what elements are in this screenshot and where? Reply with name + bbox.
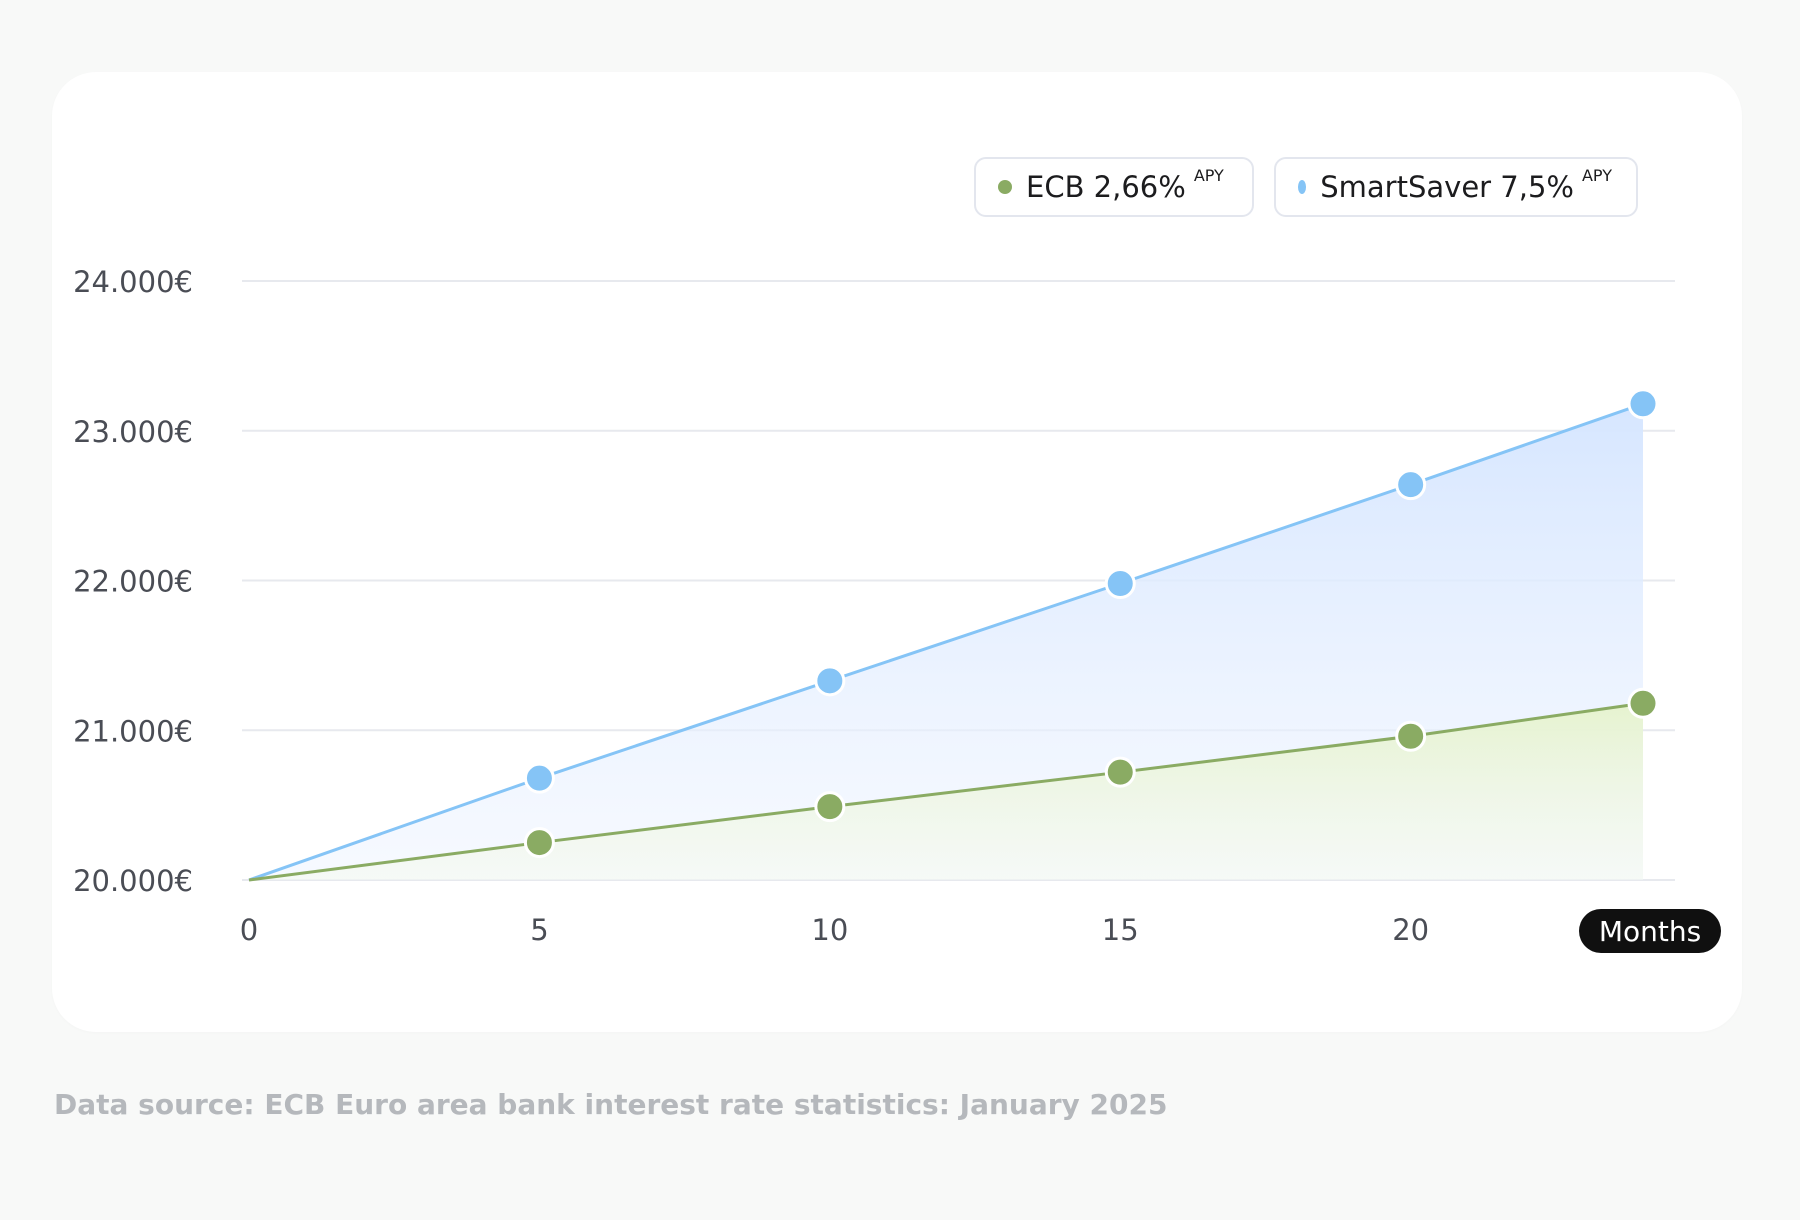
legend-sup-ecb: APY (1193, 165, 1224, 185)
x-axis-ticks: 0 5 10 15 20 (240, 913, 1429, 947)
y-tick-label: 23.000€ (73, 415, 193, 449)
x-tick-label: 10 (811, 913, 848, 947)
x-tick-label: 15 (1102, 913, 1139, 947)
data-point (1104, 756, 1136, 788)
legend-label-ecb: ECB 2,66% (1026, 170, 1186, 204)
legend: ECB 2,66% APY SmartSaver 7,5% APY (974, 157, 1638, 217)
data-point (1104, 567, 1136, 599)
y-tick-label: 22.000€ (73, 565, 193, 599)
data-point (1627, 388, 1659, 420)
y-tick-label: 24.000€ (73, 265, 193, 299)
data-point (1395, 469, 1427, 501)
data-point (814, 665, 846, 697)
legend-dot-smartsaver (1298, 180, 1307, 194)
legend-item-smartsaver[interactable]: SmartSaver 7,5% APY (1274, 157, 1638, 217)
data-point (1395, 720, 1427, 752)
legend-label-smartsaver: SmartSaver 7,5% (1320, 170, 1574, 204)
data-point (523, 762, 555, 794)
data-point (523, 827, 555, 859)
legend-sup-smartsaver: APY (1581, 165, 1612, 185)
data-point (1627, 687, 1659, 719)
y-tick-label: 20.000€ (73, 864, 193, 898)
y-tick-label: 21.000€ (73, 714, 193, 748)
y-axis-ticks: 20.000€ 21.000€ 22.000€ 23.000€ 24.000€ (73, 265, 193, 898)
x-axis-unit-badge: Months (1579, 909, 1721, 953)
legend-item-ecb[interactable]: ECB 2,66% APY (974, 157, 1254, 217)
legend-dot-ecb (998, 180, 1012, 194)
data-source-note: Data source: ECB Euro area bank interest… (54, 1088, 1168, 1121)
x-tick-label: 20 (1392, 913, 1429, 947)
data-point (814, 791, 846, 823)
x-tick-label: 0 (240, 913, 258, 947)
x-tick-label: 5 (530, 913, 548, 947)
